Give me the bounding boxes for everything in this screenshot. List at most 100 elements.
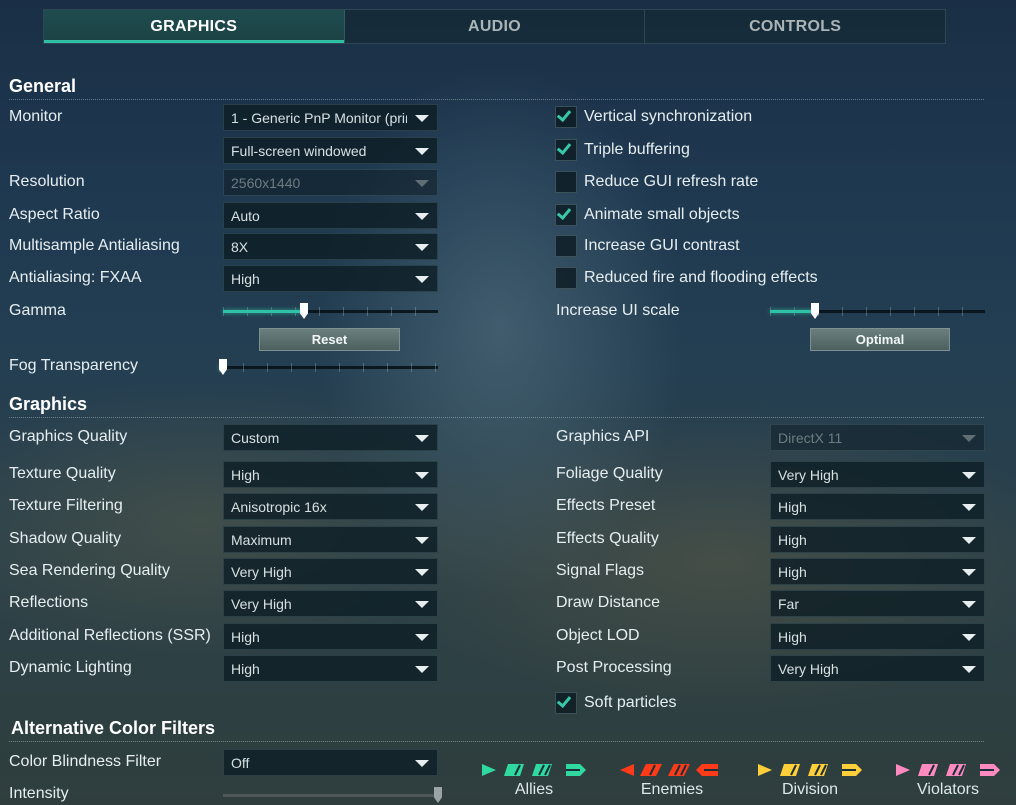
setting-label: Additional Reflections (SSR) [9,627,211,644]
dropdown-value: High [778,532,807,548]
gamma-slider[interactable] [223,303,438,319]
color-filter-label: Division [781,781,838,798]
chevron-down-icon [415,213,429,220]
setting-label: Effects Preset [556,497,656,514]
chevron-down-icon [415,180,429,187]
section-divider [9,741,984,742]
resolution-dropdown: 2560x1440 [223,169,438,196]
settings-tabs: GRAPHICS AUDIO CONTROLS [43,9,946,44]
color-filter-enemies[interactable]: Enemies [612,762,732,802]
monitor-label: Monitor [9,108,63,125]
chevron-down-icon [962,569,976,576]
slider-fill [223,310,304,313]
dropdown-value: DirectX 11 [778,430,843,446]
chevron-down-icon [415,634,429,641]
section-graphics-heading: Graphics [9,394,88,414]
aspect-ratio-dropdown[interactable]: Auto [223,202,438,229]
dropdown-value: High [778,564,807,580]
setting-dropdown[interactable]: Very High [770,655,985,682]
tab-graphics[interactable]: GRAPHICS [44,10,345,43]
slider-fill [770,310,815,313]
color-blindness-filter-label: Color Blindness Filter [9,753,162,770]
checkbox-soft-particles[interactable] [555,692,577,714]
checkbox-label: Increase GUI contrast [584,237,740,254]
dropdown-value: High [778,629,807,645]
slider-fill [223,794,438,797]
setting-dropdown[interactable]: High [223,461,438,488]
fog-transparency-slider[interactable] [219,359,438,375]
monitor-dropdown[interactable]: 1 - Generic PnP Monitor (prim [223,104,438,131]
checkbox-animate-small-objects[interactable] [555,204,577,226]
color-blindness-filter-dropdown[interactable]: Off [223,749,438,776]
setting-dropdown[interactable]: Maximum [223,526,438,553]
check-icon [556,204,572,221]
setting-dropdown[interactable]: High [770,493,985,520]
slider-handle[interactable] [300,303,308,319]
dropdown-value: Auto [231,208,260,224]
color-filter-division[interactable]: Division [750,762,870,802]
reset-button[interactable]: Reset [259,328,400,351]
slider-handle[interactable] [219,359,227,375]
setting-dropdown[interactable]: Very High [770,461,985,488]
color-filter-violators[interactable]: Violators [888,762,1008,802]
setting-dropdown[interactable]: Custom [223,424,438,451]
checkbox-triple-buffering[interactable] [555,139,577,161]
chevron-down-icon [962,537,976,544]
checkbox-reduced-fire-effects[interactable] [555,267,577,289]
checkbox-reduce-gui-refresh[interactable] [555,171,577,193]
checkbox-increase-gui-contrast[interactable] [555,235,577,257]
chevron-down-icon [415,435,429,442]
ship-marker-icon [896,764,1000,776]
optimal-button[interactable]: Optimal [810,328,950,351]
dropdown-value: High [231,467,260,483]
setting-dropdown[interactable]: High [770,623,985,650]
chevron-down-icon [415,537,429,544]
chevron-down-icon [415,276,429,283]
setting-dropdown[interactable]: High [223,623,438,650]
dropdown-value: Off [231,755,250,771]
dropdown-value: Very High [231,564,292,580]
ui-scale-slider[interactable] [770,303,985,319]
dropdown-value: Very High [778,467,839,483]
setting-dropdown[interactable]: Very High [223,590,438,617]
dropdown-value: Maximum [231,532,292,548]
setting-dropdown[interactable]: High [223,655,438,682]
fxaa-dropdown[interactable]: High [223,265,438,292]
tab-controls[interactable]: CONTROLS [645,10,945,43]
checkbox-label: Reduced fire and flooding effects [584,269,818,286]
setting-dropdown[interactable]: High [770,526,985,553]
color-filter-allies[interactable]: Allies [474,762,594,802]
checkbox-label: Soft particles [584,694,677,711]
ui-scale-label: Increase UI scale [556,302,680,319]
setting-dropdown[interactable]: Anisotropic 16x [223,493,438,520]
slider-handle[interactable] [811,303,819,319]
msaa-label: Multisample Antialiasing [9,237,180,254]
chevron-down-icon [962,435,976,442]
chevron-down-icon [415,601,429,608]
chevron-down-icon [415,760,429,767]
fog-transparency-label: Fog Transparency [9,357,138,374]
slider-ticks [219,363,438,372]
check-icon [556,106,572,123]
chevron-down-icon [415,666,429,673]
setting-label: Texture Filtering [9,497,123,514]
slider-handle [434,787,442,803]
chevron-down-icon [962,472,976,479]
checkbox-label: Triple buffering [584,141,690,158]
chevron-down-icon [415,115,429,122]
display-mode-dropdown[interactable]: Full-screen windowed [223,137,438,164]
dropdown-value: Far [778,596,799,612]
msaa-dropdown[interactable]: 8X [223,233,438,260]
checkbox-vsync[interactable] [555,106,577,128]
chevron-down-icon [415,148,429,155]
tab-audio[interactable]: AUDIO [345,10,646,43]
setting-label: Effects Quality [556,530,659,547]
dropdown-value: Very High [231,596,292,612]
setting-label: Reflections [9,594,89,611]
setting-dropdown[interactable]: High [770,558,985,585]
chevron-down-icon [415,244,429,251]
setting-label: Dynamic Lighting [9,659,132,676]
setting-dropdown[interactable]: Very High [223,558,438,585]
ship-marker-icon [620,764,718,776]
setting-dropdown[interactable]: Far [770,590,985,617]
